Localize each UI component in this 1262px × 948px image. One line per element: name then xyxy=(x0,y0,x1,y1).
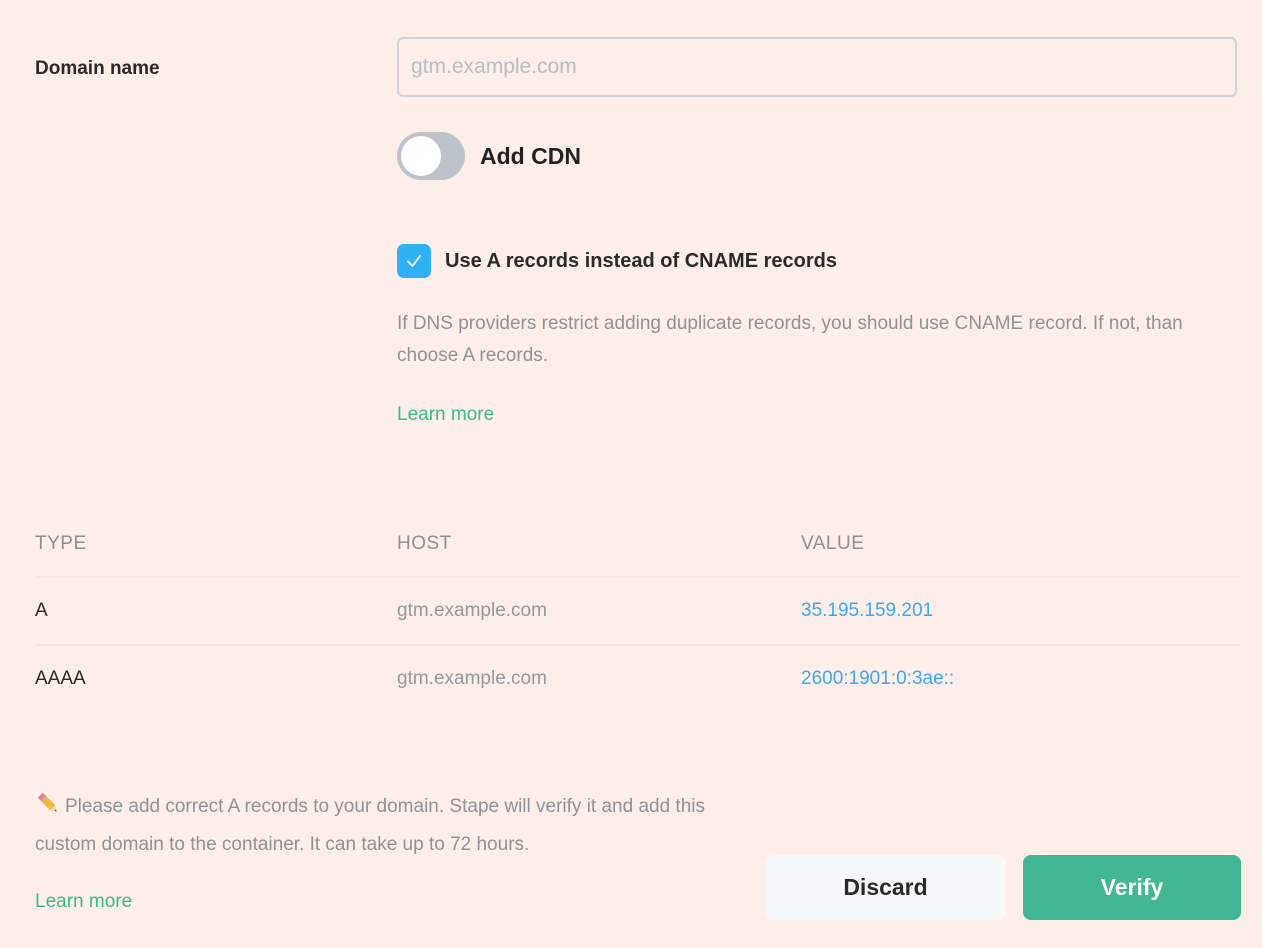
header-type: TYPE xyxy=(35,533,87,554)
learn-more-link[interactable]: Learn more xyxy=(397,404,494,426)
note-text: Please add correct A records to your dom… xyxy=(35,796,705,855)
domain-name-label: Domain name xyxy=(35,58,160,79)
checkmark-icon xyxy=(407,255,421,267)
dns-records-table: TYPE HOST VALUE A gtm.example.com 35.195… xyxy=(35,512,1241,712)
table-row: AAAA gtm.example.com 2600:1901:0:3ae:: xyxy=(35,646,1241,712)
record-type: A xyxy=(35,600,48,621)
domain-name-input[interactable] xyxy=(397,37,1237,97)
a-records-label: Use A records instead of CNAME records xyxy=(445,249,837,272)
a-records-checkbox[interactable] xyxy=(397,244,431,278)
toggle-knob xyxy=(401,136,441,176)
learn-more-link-footer[interactable]: Learn more xyxy=(35,891,132,913)
discard-button[interactable]: Discard xyxy=(765,855,1006,920)
add-cdn-label: Add CDN xyxy=(480,142,581,169)
pencil-icon xyxy=(35,790,61,828)
verification-note: Please add correct A records to your dom… xyxy=(35,790,735,862)
a-records-row: Use A records instead of CNAME records xyxy=(397,244,837,278)
dns-help-text: If DNS providers restrict adding duplica… xyxy=(397,313,1183,366)
add-cdn-toggle[interactable] xyxy=(397,132,465,180)
record-host: gtm.example.com xyxy=(397,600,547,621)
verify-button[interactable]: Verify xyxy=(1023,855,1241,920)
cdn-toggle-row: Add CDN xyxy=(397,132,581,180)
record-value[interactable]: 2600:1901:0:3ae:: xyxy=(801,668,1241,690)
record-type: AAAA xyxy=(35,668,86,689)
header-host: HOST xyxy=(397,533,452,554)
record-host: gtm.example.com xyxy=(397,668,547,689)
table-row: A gtm.example.com 35.195.159.201 xyxy=(35,578,1241,646)
record-value[interactable]: 35.195.159.201 xyxy=(801,600,1241,622)
table-header: TYPE HOST VALUE xyxy=(35,512,1241,578)
header-value: VALUE xyxy=(801,533,865,554)
